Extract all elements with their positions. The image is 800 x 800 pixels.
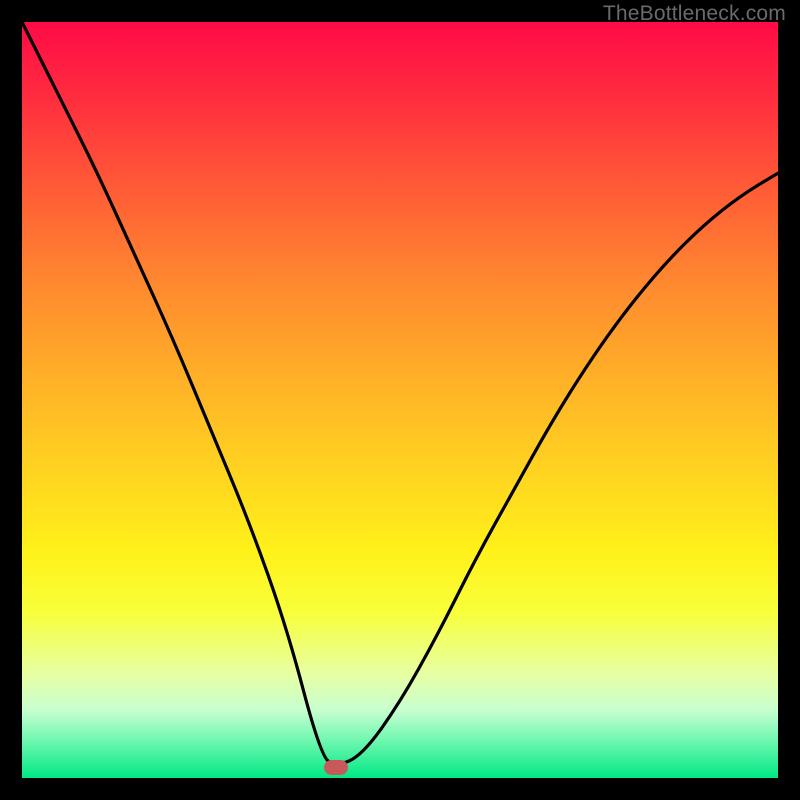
optimal-point-marker [324, 760, 348, 775]
watermark-text: TheBottleneck.com [603, 2, 786, 26]
plot-area [22, 22, 778, 778]
bottleneck-curve [22, 22, 778, 778]
chart-frame: TheBottleneck.com [0, 0, 800, 800]
